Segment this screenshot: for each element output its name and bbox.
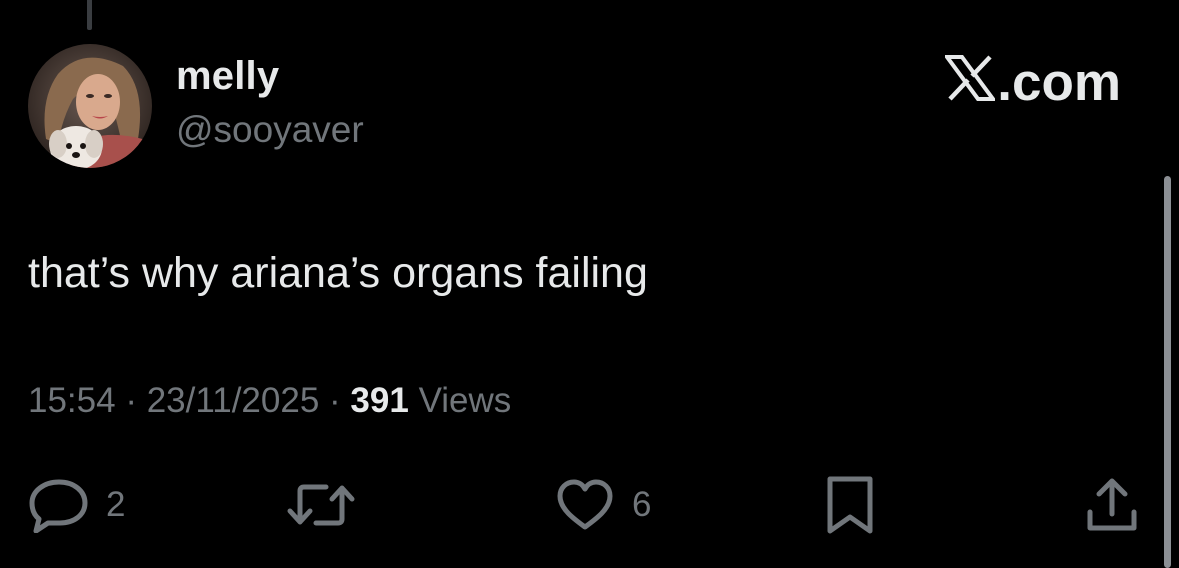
reply-count: 2 <box>106 485 126 524</box>
x-logo-icon <box>943 54 998 110</box>
repost-button[interactable] <box>286 470 356 540</box>
like-count: 6 <box>632 485 652 524</box>
post-text: that’s why ariana’s organs failing <box>28 249 648 297</box>
meta-separator: · <box>125 381 137 420</box>
post-meta: 15:54 · 23/11/2025 · 391 Views <box>28 383 511 418</box>
views-label: Views <box>418 381 512 420</box>
author-handle[interactable]: @sooyaver <box>176 111 364 148</box>
avatar[interactable] <box>28 44 152 168</box>
reply-button[interactable]: 2 <box>28 470 125 540</box>
meta-separator: · <box>329 381 341 420</box>
heart-icon <box>554 477 616 533</box>
reply-icon <box>28 477 90 533</box>
scrollbar[interactable] <box>1164 176 1171 568</box>
post-time[interactable]: 15:54 <box>28 381 116 420</box>
share-icon <box>1084 474 1140 536</box>
brand-domain-suffix: .com <box>997 52 1121 112</box>
avatar-image <box>28 44 152 168</box>
bookmark-icon <box>824 474 876 536</box>
like-button[interactable]: 6 <box>554 470 651 540</box>
share-button[interactable] <box>1084 470 1140 540</box>
bookmark-button[interactable] <box>824 470 876 540</box>
brand-watermark: .com <box>943 52 1121 112</box>
views-count: 391 <box>350 381 409 420</box>
repost-icon <box>286 477 356 533</box>
post-date[interactable]: 23/11/2025 <box>147 381 320 420</box>
thread-connector-line <box>87 0 92 30</box>
action-bar: 2 6 <box>0 470 1179 540</box>
author-display-name[interactable]: melly <box>176 56 279 96</box>
